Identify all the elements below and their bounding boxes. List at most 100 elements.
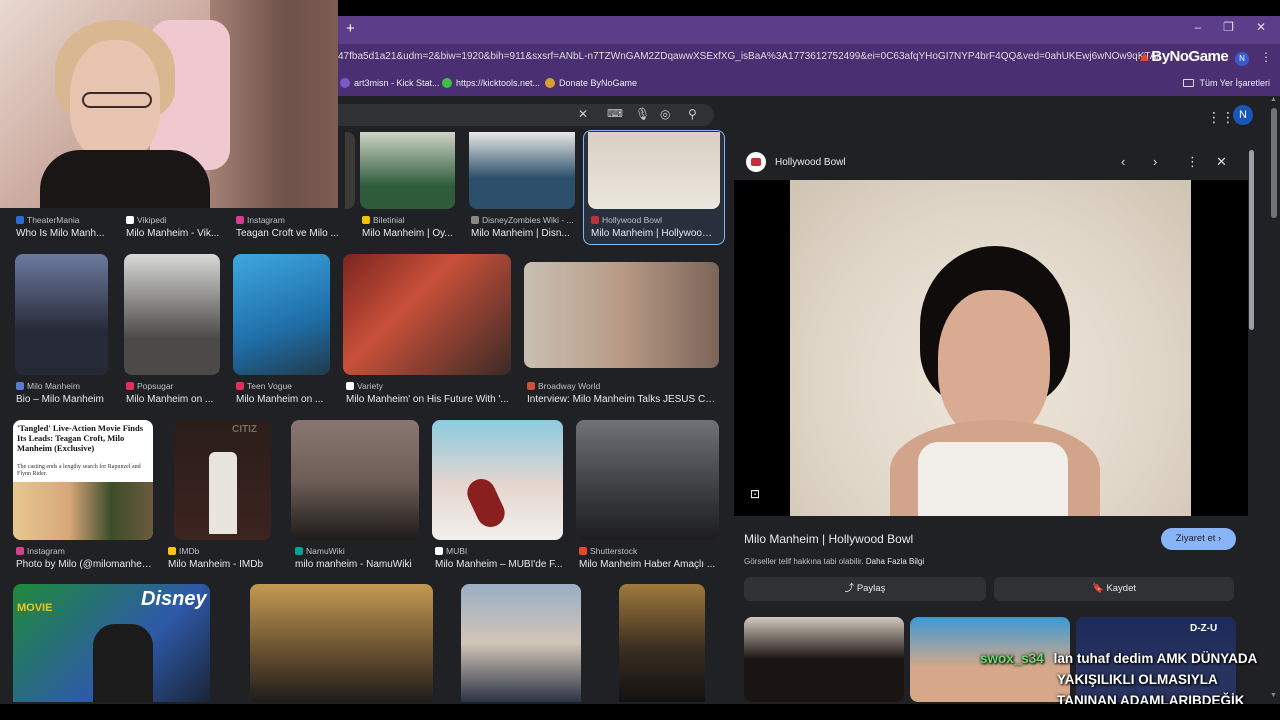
citizen-text: CITIZ	[232, 424, 257, 435]
favicon-icon	[346, 382, 354, 390]
share-button[interactable]: ⤴ Paylaş	[744, 577, 986, 601]
person-jacket	[93, 624, 153, 702]
page-scrollbar[interactable]	[1271, 108, 1277, 218]
chat-message-line: swox_s34 lan tuhaf dedim AMK DÜNYADA	[980, 648, 1280, 669]
preview-image[interactable]	[790, 180, 1191, 516]
search-icon[interactable]: ⚲	[688, 107, 697, 121]
result-title[interactable]: Milo Manheim on ...	[236, 394, 326, 405]
result-thumbnail[interactable]	[469, 132, 575, 209]
portrait-face	[938, 290, 1050, 440]
microphone-icon[interactable]: 🎙	[635, 107, 650, 121]
result-title[interactable]: Milo Manheim – MUBI'de F...	[435, 559, 563, 570]
lens-search-icon[interactable]: ◎	[660, 107, 670, 121]
lens-icon[interactable]: ⊡	[750, 487, 760, 501]
result-thumbnail[interactable]	[15, 254, 108, 375]
keyboard-icon[interactable]: ⌨	[607, 107, 623, 120]
browser-menu-icon[interactable]: ⋮	[1260, 50, 1272, 64]
window-controls: – ❐ ✕	[1194, 20, 1266, 34]
result-thumbnail[interactable]	[360, 132, 455, 209]
chat-username: swox_s34	[980, 651, 1044, 666]
visit-button[interactable]: Ziyaret et ›	[1161, 528, 1236, 550]
result-title[interactable]: Milo Manheim | Hollywood ...	[591, 228, 716, 239]
result-source: Instagram	[16, 546, 65, 556]
webcam-glasses	[82, 92, 152, 108]
result-title[interactable]: Milo Manheim - Vik...	[126, 228, 221, 239]
favicon-icon	[362, 216, 370, 224]
result-title[interactable]: Who Is Milo Manh...	[16, 228, 106, 239]
result-thumbnail[interactable]	[124, 254, 220, 375]
next-icon[interactable]: ›	[1153, 154, 1157, 169]
folder-icon	[1183, 79, 1195, 87]
result-thumbnail[interactable]	[619, 584, 705, 702]
preview-header: Hollywood Bowl ‹ › ⋮ ✕	[734, 132, 1248, 180]
result-title[interactable]: Milo Manheim | Disn...	[471, 228, 571, 239]
result-thumbnail[interactable]	[291, 420, 419, 540]
result-title[interactable]: milo manheim - NamuWiki	[295, 559, 420, 570]
article-subhead: The casting ends a lengthy search for Ra…	[17, 464, 141, 477]
result-source: Popsugar	[126, 381, 173, 391]
result-source: Shutterstock	[579, 546, 637, 556]
result-thumbnail[interactable]: CITIZ	[174, 420, 271, 540]
result-source: MUBI	[435, 546, 467, 556]
result-source: Vikipedi	[126, 215, 167, 225]
restore-icon[interactable]: ❐	[1223, 20, 1234, 34]
result-thumbnail[interactable]	[250, 584, 433, 702]
result-title[interactable]: Milo Manheim Haber Amaçlı ...	[579, 559, 719, 570]
result-thumbnail[interactable]: Disney MOVIE	[13, 584, 210, 702]
panel-scrollbar[interactable]	[1249, 150, 1254, 330]
result-thumbnail[interactable]	[233, 254, 330, 375]
all-bookmarks[interactable]: Tüm Yer İşaretleri	[1183, 78, 1270, 88]
result-thumbnail[interactable]	[345, 132, 355, 209]
result-title[interactable]: Milo Manheim - IMDb	[168, 559, 278, 570]
bookmark-donate[interactable]: Donate ByNoGame	[545, 78, 637, 88]
result-thumbnail[interactable]	[524, 262, 719, 368]
result-title[interactable]: Teagan Croft ve Milo ...	[236, 228, 341, 239]
preview-image-frame: ⊡	[734, 180, 1248, 516]
result-source: Hollywood Bowl	[591, 215, 662, 225]
close-window-icon[interactable]: ✕	[1256, 20, 1266, 34]
bookmark-icon	[545, 78, 555, 88]
image-preview-panel: Hollywood Bowl ‹ › ⋮ ✕ ⊡ Milo Manheim | …	[734, 132, 1248, 702]
address-bar[interactable]: 47fba5d1a21&udm=2&biw=1920&bih=911&sxsrf…	[338, 51, 1158, 65]
bookmark-kicktools[interactable]: https://kicktools.net...	[442, 78, 540, 88]
save-button[interactable]: 🔖 Kaydet	[994, 577, 1234, 601]
favicon-icon	[435, 547, 443, 555]
result-source: Variety	[346, 381, 383, 391]
related-image[interactable]	[744, 617, 904, 702]
profile-avatar[interactable]: N	[1235, 52, 1249, 66]
clear-icon[interactable]: ✕	[578, 107, 588, 121]
scroll-up-icon[interactable]: ▲	[1270, 96, 1277, 103]
bottom-black-bar	[0, 704, 1280, 720]
article-headline: 'Tangled' Live-Action Movie Finds Its Le…	[17, 423, 144, 453]
bookmark-kick-stats[interactable]: art3misn - Kick Stat...	[340, 78, 440, 88]
more-info-link[interactable]: Daha Fazla Bilgi	[866, 557, 924, 566]
result-thumbnail[interactable]	[432, 420, 563, 540]
result-title[interactable]: Milo Manheim | Oy...	[362, 228, 457, 239]
disney-logo: Disney	[141, 588, 207, 610]
preview-title[interactable]: Milo Manheim | Hollywood Bowl	[744, 532, 913, 546]
minimize-icon[interactable]: –	[1194, 20, 1201, 34]
result-thumbnail[interactable]	[576, 420, 719, 540]
result-thumbnail[interactable]	[461, 584, 581, 702]
result-thumbnail[interactable]: 'Tangled' Live-Action Movie Finds Its Le…	[13, 420, 153, 540]
image-results-grid: TheaterMania Who Is Milo Manh... Vikiped…	[0, 130, 730, 702]
search-input[interactable]: ✕ ⌨ 🎙 ◎ ⚲	[338, 104, 714, 126]
result-thumbnail[interactable]	[588, 132, 720, 209]
stream-chat-overlay: swox_s34 lan tuhaf dedim AMK DÜNYADA YAK…	[980, 648, 1280, 711]
preview-site-name[interactable]: Hollywood Bowl	[775, 157, 846, 168]
result-title[interactable]: Bio – Milo Manheim	[16, 394, 111, 405]
result-title[interactable]: Photo by Milo (@milomanhei...	[16, 559, 152, 570]
result-thumbnail[interactable]	[343, 254, 511, 375]
result-title[interactable]: Milo Manheim' on His Future With '...	[346, 394, 511, 405]
bookmark-icon	[340, 78, 350, 88]
result-title[interactable]: Interview: Milo Manheim Talks JESUS CH..…	[527, 394, 719, 405]
result-title[interactable]: Milo Manheim on ...	[126, 394, 216, 405]
favicon-icon	[591, 216, 599, 224]
account-avatar[interactable]: N	[1233, 105, 1253, 125]
person-shirt	[209, 452, 237, 534]
previous-icon[interactable]: ‹	[1121, 154, 1125, 169]
close-icon[interactable]: ✕	[1216, 154, 1227, 170]
result-source: Biletinial	[362, 215, 405, 225]
new-tab-icon[interactable]: +	[346, 20, 362, 38]
more-options-icon[interactable]: ⋮	[1186, 154, 1199, 170]
